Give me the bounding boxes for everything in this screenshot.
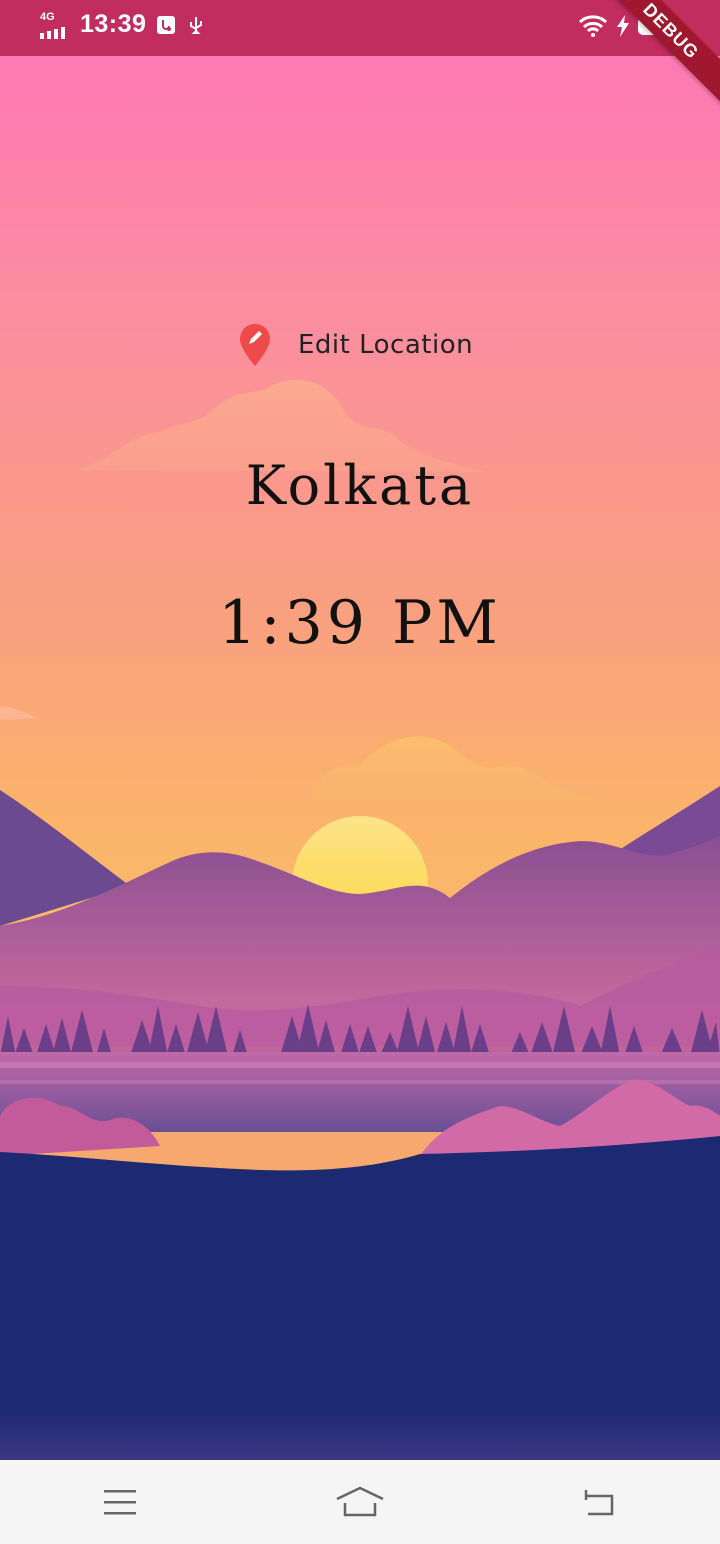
landscape-illustration	[0, 379, 720, 1460]
edit-location-icon	[240, 324, 270, 366]
location-time: 1:39 PM	[218, 588, 502, 658]
cloud-wisp-left	[0, 706, 40, 720]
status-time: 13:39	[80, 10, 147, 38]
network-type: 4G	[40, 10, 55, 23]
sunset-landscape-background	[0, 56, 720, 1460]
home-button[interactable]	[330, 1472, 390, 1532]
ground	[0, 1136, 720, 1460]
edit-location-button[interactable]: Edit Location	[238, 322, 473, 368]
navigation-bar	[0, 1460, 720, 1544]
menu-icon	[104, 1490, 136, 1515]
status-bar: 4G 13:39 67	[0, 0, 720, 56]
home-icon	[336, 1486, 384, 1517]
charging-icon	[617, 15, 629, 37]
back-icon	[584, 1490, 614, 1516]
back-button[interactable]	[570, 1472, 630, 1532]
menu-button[interactable]	[90, 1472, 150, 1532]
cloud-lower	[230, 736, 640, 816]
usb-debug-icon	[157, 15, 176, 34]
usb-icon	[190, 16, 203, 34]
location-name: Kolkata	[245, 454, 475, 517]
signal-icon: 4G	[40, 11, 70, 39]
edit-location-label: Edit Location	[298, 330, 474, 360]
wifi-icon	[578, 15, 608, 37]
